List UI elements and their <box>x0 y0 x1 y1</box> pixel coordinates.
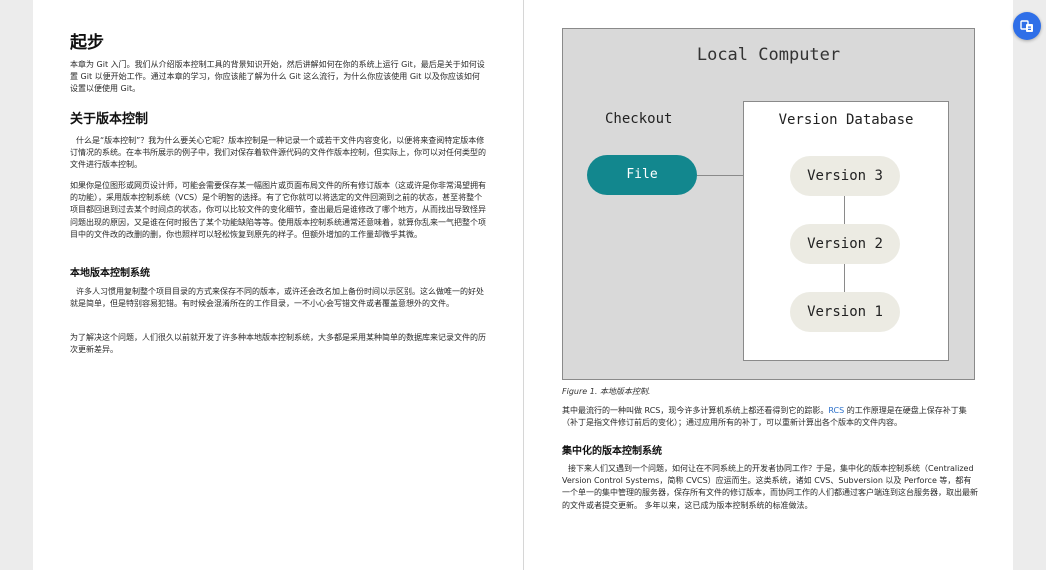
section-paragraph-2: 如果你是位图形或网页设计师，可能会需要保存某一幅图片或页面布局文件的所有修订版本… <box>70 181 486 239</box>
rcs-link[interactable]: RCS <box>828 406 844 415</box>
local-vcs-diagram: Local Computer Checkout File Version Dat… <box>562 28 975 380</box>
version-node-2: Version 2 <box>790 224 900 264</box>
translate-button[interactable] <box>1013 12 1041 40</box>
left-page: 起步 本章为 Git 入门。我们从介绍版本控制工具的背景知识开始，然后讲解如何在… <box>33 0 523 570</box>
version-connector-3-2 <box>844 196 845 226</box>
intro-paragraph: 本章为 Git 入门。我们从介绍版本控制工具的背景知识开始，然后讲解如何在你的系… <box>70 60 485 94</box>
version-database-label: Version Database <box>778 112 914 128</box>
rcs-paragraph: 其中最流行的一种叫做 RCS，现今许多计算机系统上都还看得到它的踪影。RCS 的… <box>562 405 978 429</box>
checkout-label: Checkout <box>605 111 673 127</box>
version-node-3: Version 3 <box>790 156 900 196</box>
section-paragraph-1: 什么是“版本控制”？我为什么要关心它呢？版本控制是一种记录一个或若干文件内容变化… <box>70 136 486 170</box>
diagram-title: Local Computer <box>696 45 841 65</box>
version-connector-2-1 <box>844 264 845 292</box>
subsection-title-local-vcs: 本地版本控制系统 <box>70 268 150 279</box>
rcs-text-start: 其中最流行的一种叫做 RCS，现今许多计算机系统上都还看得到它的踪影。 <box>562 406 829 415</box>
version-node-1: Version 1 <box>790 292 900 332</box>
section-title-version-control: 关于版本控制 <box>70 112 149 127</box>
chapter-title: 起步 <box>70 33 104 53</box>
subsection-paragraph-1: 许多人习惯用复制整个项目目录的方式来保存不同的版本，或许还会改名加上备份时间以示… <box>70 287 484 309</box>
file-node: File <box>587 155 697 195</box>
figure-caption: Figure 1. 本地版本控制. <box>562 387 651 396</box>
subsection-title-centralized-vcs: 集中化的版本控制系统 <box>562 446 662 457</box>
subsection-paragraph-2: 为了解决这个问题，人们很久以前就开发了许多种本地版本控制系统，大多都是采用某种简… <box>70 333 486 355</box>
viewer-background <box>1013 0 1046 570</box>
version-database-box: Version Database Version 3 Version 2 Ver… <box>743 101 949 361</box>
right-page: Local Computer Checkout File Version Dat… <box>524 0 1013 570</box>
centralized-paragraph: 接下来人们又遇到一个问题，如何让在不同系统上的开发者协同工作？于是，集中化的版本… <box>562 464 978 510</box>
translate-icon <box>1020 20 1033 32</box>
